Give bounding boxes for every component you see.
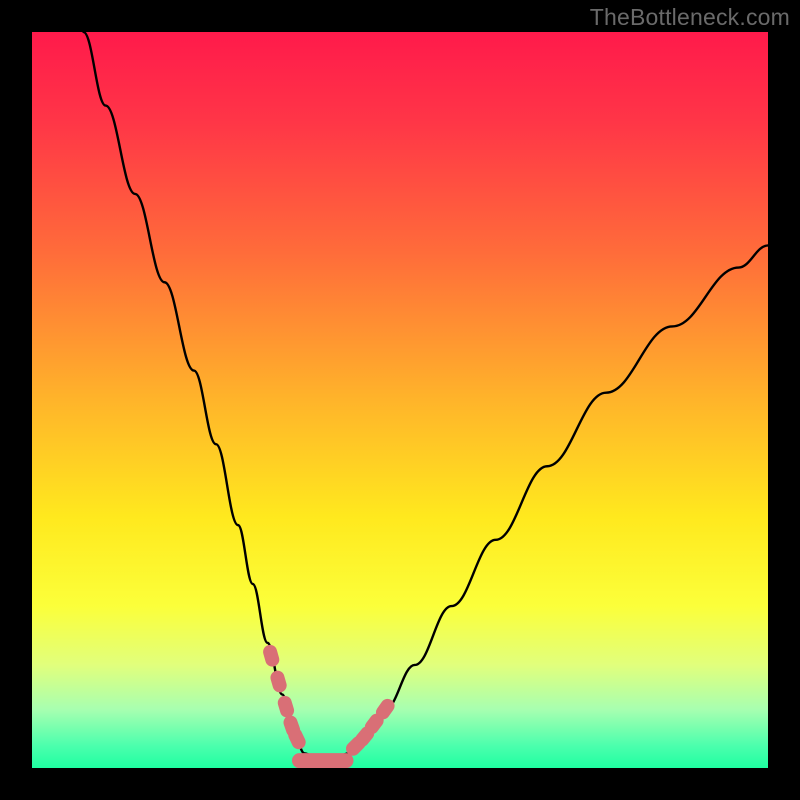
- chart-frame: TheBottleneck.com: [0, 0, 800, 800]
- bottleneck-chart: [32, 32, 768, 768]
- marker-capsule: [292, 753, 354, 768]
- gradient-background: [32, 32, 768, 768]
- watermark-text: TheBottleneck.com: [590, 4, 790, 31]
